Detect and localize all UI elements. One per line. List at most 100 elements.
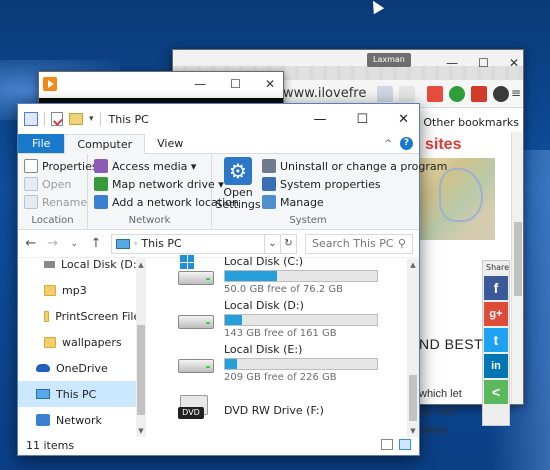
divider — [99, 112, 101, 126]
chevron-up-icon[interactable]: ^ — [384, 139, 392, 149]
scroll-up-icon[interactable]: ▲ — [407, 261, 419, 269]
share-label: Share — [486, 263, 510, 272]
drive-item-f[interactable]: DVD DVD RW Drive (F:) — [178, 395, 324, 427]
access-media-button[interactable]: Access media ▾ — [94, 157, 205, 175]
nav-item-mp3[interactable]: mp3 — [18, 277, 146, 303]
minimize-icon[interactable]: — — [446, 56, 458, 70]
rename-button[interactable]: Rename — [24, 193, 87, 211]
chevron-down-icon[interactable]: ▾ — [89, 114, 94, 124]
navigation-pane: Local Disk (D:) mp3 PrintScreen Files wa… — [18, 258, 146, 437]
extension-plus-icon[interactable] — [427, 86, 443, 102]
drive-usage-bar — [224, 358, 378, 370]
back-arrow-icon[interactable]: ← — [24, 236, 38, 251]
tab-view[interactable]: View — [145, 134, 195, 153]
scroll-down-icon[interactable]: ▼ — [407, 427, 419, 435]
ribbon-tabs: File Computer View ^ ? — [18, 134, 419, 154]
media-player-titlebar[interactable]: — ☐ ✕ — [39, 72, 283, 98]
drive-name: Local Disk (C:) — [224, 255, 304, 268]
content-scroll-thumb[interactable] — [409, 375, 417, 421]
drive-item-e[interactable]: Local Disk (E:) 209 GB free of 226 GB — [178, 343, 378, 383]
map-network-drive-label: Map network drive ▾ — [112, 177, 224, 191]
close-icon[interactable]: ✕ — [265, 77, 275, 91]
avatar[interactable] — [493, 86, 509, 102]
maximize-icon[interactable]: ☐ — [356, 112, 368, 127]
chrome-scrollbar[interactable] — [511, 132, 523, 404]
nav-item-printscreen-files[interactable]: PrintScreen Files — [18, 303, 146, 329]
nav-item-wallpapers[interactable]: wallpapers — [18, 329, 146, 355]
drive-info: Local Disk (E:) 209 GB free of 226 GB — [224, 343, 378, 383]
properties-icon[interactable] — [51, 112, 63, 126]
nav-item-network[interactable]: Network — [18, 407, 146, 433]
linkedin-share-button[interactable]: in — [484, 354, 508, 378]
scroll-down-icon[interactable]: ▼ — [136, 427, 146, 435]
explorer-window-controls: — ☐ ✕ — [313, 112, 409, 127]
share-more-button[interactable]: < — [484, 380, 508, 404]
nav-item-local-disk-d[interactable]: Local Disk (D:) — [18, 251, 146, 277]
nav-item-onedrive[interactable]: OneDrive — [18, 355, 146, 381]
tab-file[interactable]: File — [18, 134, 65, 153]
manage-button[interactable]: Manage — [262, 193, 447, 211]
recent-locations-icon[interactable]: ⌄ — [67, 239, 81, 249]
add-network-location-button[interactable]: Add a network location — [94, 193, 239, 211]
extension-refresh-icon[interactable] — [449, 86, 465, 102]
ribbon-right-controls: ^ ? — [384, 137, 413, 150]
minimize-icon[interactable]: — — [194, 77, 206, 91]
hard-drive-icon — [178, 255, 214, 289]
open-settings-label: Open Settings — [215, 186, 261, 211]
maximize-icon[interactable]: ☐ — [230, 77, 241, 91]
extension-icon-2[interactable] — [399, 86, 415, 102]
maximize-icon[interactable]: ☐ — [478, 56, 489, 70]
programs-icon — [262, 159, 276, 173]
help-icon[interactable]: ? — [400, 137, 413, 150]
content-scrollbar[interactable]: ▲ ▼ — [407, 259, 419, 437]
drive-info: Local Disk (C:) 50.0 GB free of 76.2 GB — [224, 255, 378, 295]
nav-scrollbar[interactable]: ▲ ▼ — [136, 259, 146, 437]
page-text-line: which let — [419, 388, 462, 400]
chrome-url-bar[interactable]: www.ilovefre — [283, 84, 373, 104]
nav-scroll-thumb[interactable] — [137, 325, 145, 415]
page-text-line: ns. Get — [419, 406, 455, 418]
extension-icon-1[interactable] — [377, 86, 393, 102]
drive-name: Local Disk (E:) — [224, 343, 303, 356]
minimize-icon[interactable]: — — [313, 112, 326, 127]
twitter-share-button[interactable]: t — [484, 328, 508, 352]
bookmarks-bar-item[interactable]: Other bookmarks — [406, 112, 519, 132]
explorer-titlebar[interactable]: ▾ This PC — ☐ ✕ — [18, 104, 419, 134]
chrome-user-badge[interactable]: Laxman — [367, 53, 411, 67]
view-toggle — [381, 439, 411, 450]
nav-item-this-pc[interactable]: This PC — [18, 381, 146, 407]
breadcrumb[interactable]: This PC — [141, 237, 181, 250]
drive-free-space: 50.0 GB free of 76.2 GB — [224, 284, 343, 295]
tiles-view-icon[interactable] — [399, 439, 411, 450]
close-icon[interactable]: ✕ — [398, 112, 409, 127]
google-plus-share-button[interactable]: g+ — [484, 302, 508, 326]
chrome-menu-icon[interactable]: ≡ — [511, 86, 521, 100]
drive-info: Local Disk (D:) 143 GB free of 161 GB — [224, 299, 378, 339]
forward-arrow-icon[interactable]: → — [46, 236, 60, 251]
file-explorer-window[interactable]: ▾ This PC — ☐ ✕ File Computer View ^ ? P… — [17, 103, 447, 456]
up-arrow-icon[interactable]: ↑ — [89, 236, 103, 251]
new-folder-icon[interactable] — [69, 113, 83, 125]
breadcrumb-chevron-icon[interactable]: › — [134, 239, 138, 249]
drive-item-c[interactable]: Local Disk (C:) 50.0 GB free of 76.2 GB — [178, 255, 378, 295]
computer-icon — [36, 389, 50, 399]
windows-logo-icon — [180, 255, 194, 269]
refresh-icon[interactable]: ↻ — [279, 234, 296, 253]
map-network-drive-button[interactable]: Map network drive ▾ — [94, 175, 224, 193]
address-dropdown-icon[interactable]: ⌄ — [263, 234, 280, 253]
drive-item-d[interactable]: Local Disk (D:) 143 GB free of 161 GB — [178, 299, 378, 339]
open-button[interactable]: Open — [24, 175, 81, 193]
check-icon — [24, 159, 38, 173]
system-properties-button[interactable]: System properties — [262, 175, 447, 193]
site-logo: sites — [425, 136, 462, 153]
tab-computer[interactable]: Computer — [64, 134, 146, 154]
details-view-icon[interactable] — [381, 439, 393, 450]
chrome-scroll-thumb[interactable] — [514, 222, 522, 296]
scroll-up-icon[interactable]: ▲ — [136, 261, 146, 269]
extension-bookmark-icon[interactable] — [471, 86, 487, 102]
uninstall-program-button[interactable]: Uninstall or change a program — [262, 157, 447, 175]
close-icon[interactable]: ✕ — [509, 56, 519, 70]
facebook-share-button[interactable]: f — [484, 276, 508, 300]
search-input[interactable]: Search This PC ⚲ — [304, 233, 413, 254]
properties-button[interactable]: Properties — [24, 157, 98, 175]
